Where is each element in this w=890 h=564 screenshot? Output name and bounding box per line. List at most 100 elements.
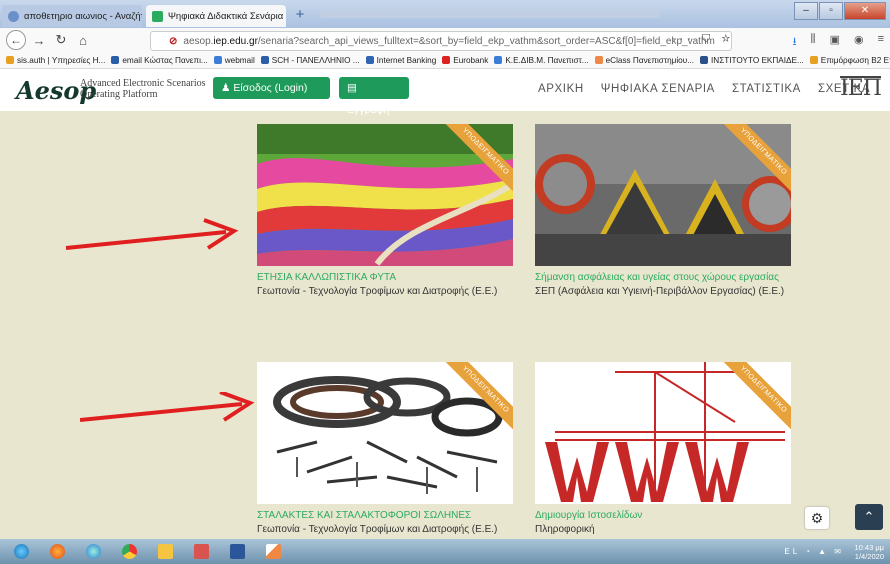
taskbar-files[interactable]	[150, 542, 180, 562]
tab-repository-search[interactable]: αποθετηριο αιωνιος - Αναζήτη ✕	[2, 5, 142, 27]
bookmarks-bar: sis.auth | Υπηρεσίες Η... email Κώστας Πα…	[0, 52, 890, 69]
bookmark-item[interactable]: sis.auth | Υπηρεσίες Η...	[6, 56, 105, 65]
main-navigation: ΑΡΧΙΚΗ ΨΗΦΙΑΚΑ ΣΕΝΑΡΙΑ ΣΤΑΤΙΣΤΙΚΑ ΣΧΕΤΙΚ…	[538, 83, 870, 95]
browser-toolbar: ← → ↻ ⌂ ⊘ aesop. iep.edu.gr/senaria?searc…	[0, 28, 890, 52]
scenario-subject: Πληροφορική	[535, 524, 595, 535]
reload-button[interactable]: ↻	[52, 32, 70, 48]
bookmark-label: email Κώστας Πανεπι...	[122, 55, 208, 65]
scenario-thumbnail[interactable]: ΥΠΟΔΕΙΓΜΑΤΙΚΟ	[535, 124, 791, 266]
iep-logo[interactable]: ΙΕΠ	[840, 76, 882, 100]
new-tab-button[interactable]: +	[290, 6, 310, 24]
window-title-bar	[320, 10, 660, 18]
bookmark-item[interactable]: webmail	[213, 55, 255, 65]
bookmark-item[interactable]: Κ.Ε.ΔΙΒ.Μ. Πανεπιστ...	[494, 56, 589, 65]
tab-digital-scenarios[interactable]: Ψηφιακά Διδακτικά Σενάρια | Π ✕	[146, 5, 286, 27]
security-icon[interactable]: ⊘	[169, 36, 177, 47]
clock[interactable]: 10:43 μμ 1/4/2020	[855, 543, 885, 561]
minimize-button[interactable]: –	[794, 2, 818, 20]
nav-statistics[interactable]: ΣΤΑΤΙΣΤΙΚΑ	[732, 83, 801, 95]
bookmark-label: Eurobank	[453, 55, 489, 65]
bookmark-favicon-icon	[213, 56, 222, 64]
scenario-card[interactable]: ΥΠΟΔΕΙΓΜΑΤΙΚΟ Σήμανση ασφάλειας και υγεί…	[535, 124, 791, 297]
tab-title: Ψηφιακά Διδακτικά Σενάρια | Π	[168, 10, 286, 22]
register-button[interactable]: ▤ Εγγραφή	[339, 77, 409, 116]
bookmark-favicon-icon	[809, 56, 818, 64]
scenario-thumbnail[interactable]: ΥΠΟΔΕΙΓΜΑΤΙΚΟ	[257, 362, 513, 504]
paint-icon	[265, 544, 281, 559]
taskbar-word[interactable]	[222, 542, 252, 562]
word-icon	[229, 544, 245, 559]
nav-home[interactable]: ΑΡΧΙΚΗ	[538, 83, 584, 95]
bookmark-favicon-icon	[594, 56, 603, 64]
maximize-button[interactable]: ▫	[819, 2, 843, 20]
bookmark-label: sis.auth | Υπηρεσίες Η...	[17, 55, 106, 65]
scenario-title[interactable]: ΣΤΑΛΑΚΤΕΣ ΚΑΙ ΣΤΑΛΑΚΤΟΦΟΡΟΙ ΣΩΛΗΝΕΣ	[257, 510, 513, 521]
bookmark-label: eClass Πανεπιστημίου...	[605, 55, 695, 65]
toolbar-icons: ⭳ ⫼ ▣ ◉ ≡	[793, 33, 884, 52]
ie-icon	[85, 544, 101, 559]
register-icon: ▤	[347, 82, 357, 94]
bookmark-item[interactable]: eClass Πανεπιστημίου...	[594, 55, 695, 65]
scenario-subject: Γεωπονία - Τεχνολογία Τροφίμων και Διατρ…	[257, 286, 498, 297]
start-button[interactable]	[6, 542, 36, 562]
home-button[interactable]: ⌂	[74, 33, 92, 48]
scenario-subject: Γεωπονία - Τεχνολογία Τροφίμων και Διατρ…	[257, 524, 498, 535]
address-bar[interactable]: ⊘ aesop. iep.edu.gr/senaria?search_api_vi…	[150, 31, 732, 51]
language-indicator[interactable]: EL	[784, 547, 800, 556]
register-label: Εγγραφή	[347, 104, 390, 116]
folder-icon	[157, 544, 173, 559]
scenario-title[interactable]: ΕΤΗΣΙΑ ΚΑΛΛΩΠΙΣΤΙΚΑ ΦΥΤΑ	[257, 272, 513, 283]
taskbar-chrome[interactable]	[114, 542, 144, 562]
firefox-icon	[49, 544, 65, 559]
back-button[interactable]: ←	[6, 30, 26, 50]
page-actions-icon[interactable]: ··· ⛉ ☆	[672, 33, 734, 46]
bookmark-item[interactable]: ΙΝΣΤΙΤΟΥΤΟ ΕΚΠΑΙΔΕ...	[700, 56, 804, 65]
login-button[interactable]: ♟ Είσοδος (Login)	[213, 77, 330, 99]
scroll-to-top-button[interactable]: ⌃	[855, 504, 883, 530]
chrome-icon	[121, 544, 137, 559]
taskbar-paint[interactable]	[258, 542, 288, 562]
window-controls: – ▫ ✕	[793, 2, 886, 20]
bookmark-item[interactable]: Επιμόρφωση Β2 Επιπ...	[809, 55, 890, 65]
taskbar-explorer[interactable]	[78, 542, 108, 562]
bookmark-label: ΙΝΣΤΙΤΟΥΤΟ ΕΚΠΑΙΔΕ...	[711, 55, 804, 65]
bookmark-favicon-icon	[6, 56, 14, 64]
url-prefix: aesop.	[183, 35, 214, 47]
scenario-card[interactable]: ΥΠΟΔΕΙΓΜΑΤΙΚΟ Δημιουργία Ιστοσελίδων Πλη…	[535, 362, 791, 535]
windows-taskbar: EL ◔ ▲ ✉ 10:43 μμ 1/4/2020	[0, 539, 890, 564]
taskbar-firefox[interactable]	[42, 542, 72, 562]
bookmark-item[interactable]: Eurobank	[442, 56, 488, 65]
bookmark-item[interactable]: Internet Banking	[365, 55, 437, 65]
downloads-icon[interactable]: ⭳	[793, 33, 797, 52]
scenario-title[interactable]: Σήμανση ασφάλειας και υγείας στους χώρου…	[535, 272, 791, 283]
close-window-button[interactable]: ✕	[844, 2, 886, 20]
site-header: Aesop Advanced Electronic Scenarios Oper…	[0, 69, 890, 116]
taskbar-app[interactable]	[186, 542, 216, 562]
scenario-thumbnail[interactable]: ΥΠΟΔΕΙΓΜΑΤΙΚΟ	[257, 124, 513, 266]
forward-button[interactable]: →	[30, 33, 48, 48]
account-icon[interactable]: ◉	[854, 33, 864, 52]
bookmark-item[interactable]: email Κώστας Πανεπι...	[111, 55, 208, 65]
scenario-title[interactable]: Δημιουργία Ιστοσελίδων	[535, 510, 791, 521]
tab-favicon-icon	[8, 10, 19, 22]
annotation-arrow-icon	[66, 218, 239, 250]
scenario-subject: ΣΕΠ (Ασφάλεια και Υγιεινή-Περιβάλλον Εργ…	[535, 286, 785, 297]
login-label: Είσοδος (Login)	[233, 82, 308, 94]
windows-logo-icon	[13, 544, 29, 559]
bookmark-label: Επιμόρφωση Β2 Επιπ...	[820, 55, 890, 65]
system-tray[interactable]: EL ◔ ▲ ✉	[784, 547, 844, 556]
settings-gear-button[interactable]: ⚙	[805, 507, 829, 529]
bookmark-label: webmail	[224, 55, 255, 65]
bookmark-label: Internet Banking	[376, 55, 437, 65]
nav-digital-scenarios[interactable]: ΨΗΦΙΑΚΑ ΣΕΝΑΡΙΑ	[601, 83, 715, 95]
bookmark-favicon-icon	[365, 56, 374, 64]
tagline-line-1: Advanced Electronic Scenarios	[80, 78, 206, 89]
library-icon[interactable]: ⫼	[811, 33, 816, 52]
bookmark-favicon-icon	[260, 56, 269, 64]
scenario-card[interactable]: ΥΠΟΔΕΙΓΜΑΤΙΚΟ ΣΤΑΛΑΚΤΕΣ ΚΑΙ ΣΤΑΛΑΚΤΟΦΟΡΟ…	[257, 362, 513, 535]
bookmark-item[interactable]: SCH - ΠΑΝΕΛΛΗΝΙΟ ...	[260, 56, 360, 65]
scenario-thumbnail[interactable]: ΥΠΟΔΕΙΓΜΑΤΙΚΟ	[535, 362, 791, 504]
sidebar-icon[interactable]: ▣	[830, 33, 840, 52]
menu-icon[interactable]: ≡	[878, 33, 884, 52]
scenario-card[interactable]: ΥΠΟΔΕΙΓΜΑΤΙΚΟ ΕΤΗΣΙΑ ΚΑΛΛΩΠΙΣΤΙΚΑ ΦΥΤΑ Γ…	[257, 124, 513, 297]
